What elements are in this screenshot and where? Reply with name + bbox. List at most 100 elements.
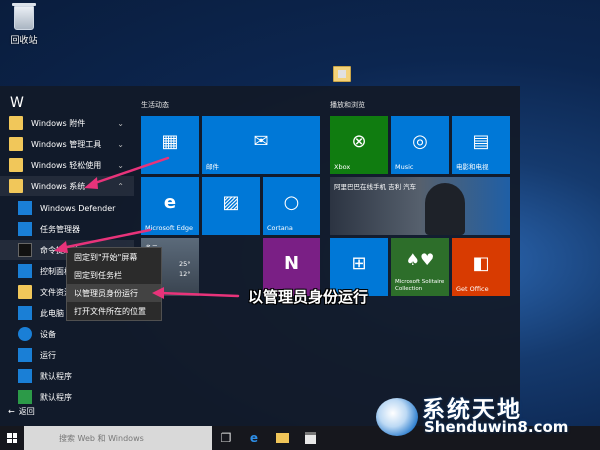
cortana-icon: ○ bbox=[283, 191, 300, 213]
folder-icon bbox=[9, 137, 23, 151]
folder-icon bbox=[9, 158, 23, 172]
task-view-icon[interactable]: ❐ bbox=[212, 426, 240, 450]
solitaire-tile[interactable]: ♠♥ Microsoft Solitaire Collection bbox=[391, 238, 449, 296]
watermark-english: Shenduwin8.com bbox=[424, 418, 569, 436]
app-item-windows-accessories[interactable]: Windows 附件 ⌄ bbox=[0, 113, 134, 133]
get-office-tile[interactable]: ◧ Get Office bbox=[452, 238, 510, 296]
xbox-tile-label: Xbox bbox=[334, 163, 351, 171]
file-explorer-icon bbox=[18, 285, 32, 299]
movies-tile-label: 电影和电视 bbox=[456, 163, 489, 171]
app-item-label: Windows Defender bbox=[40, 203, 116, 213]
app-item-label: Windows 系统 bbox=[31, 181, 86, 191]
ctx-pin-to-taskbar[interactable]: 固定到任务栏 bbox=[67, 266, 161, 284]
control-panel-icon bbox=[18, 264, 32, 278]
tile-group-title-play[interactable]: 播放和浏览 bbox=[330, 100, 365, 110]
tile-group-title-life[interactable]: 生活动态 bbox=[141, 100, 169, 110]
ctx-open-file-location[interactable]: 打开文件所在的位置 bbox=[67, 302, 161, 320]
devices-gear-icon bbox=[18, 327, 32, 341]
app-item-run[interactable]: 运行 bbox=[0, 345, 134, 365]
site-watermark: 系统天地 Shenduwin8.com bbox=[372, 390, 598, 446]
app-item-windows-defender[interactable]: Windows Defender bbox=[0, 198, 134, 218]
get-office-tile-label: Get Office bbox=[456, 285, 489, 293]
recycle-bin-label: 回收站 bbox=[10, 36, 38, 46]
task-manager-icon bbox=[18, 222, 32, 236]
app-item-label: 任务管理器 bbox=[40, 224, 80, 234]
store-bag-icon: ⊞ bbox=[351, 252, 367, 274]
recycle-bin-desktop-icon[interactable]: 回收站 bbox=[6, 3, 42, 46]
app-item-windows-system[interactable]: Windows 系统 ⌃ bbox=[0, 176, 134, 196]
xbox-tile[interactable]: ⊗ Xbox bbox=[330, 116, 388, 174]
folder-icon bbox=[9, 116, 23, 130]
weather-temp-lo: 12° bbox=[179, 270, 191, 278]
file-explorer-taskbar-icon[interactable] bbox=[268, 426, 296, 450]
annotation-run-as-admin: 以管理员身份运行 bbox=[248, 288, 369, 306]
back-arrow-icon: ← bbox=[8, 407, 15, 416]
office-icon: ◧ bbox=[472, 252, 490, 274]
xbox-icon: ⊗ bbox=[351, 130, 367, 152]
edge-taskbar-icon[interactable]: e bbox=[240, 426, 268, 450]
back-label: 返回 bbox=[18, 407, 35, 416]
app-item-windows-admin-tools[interactable]: Windows 管理工具 ⌄ bbox=[0, 134, 134, 154]
photos-tile[interactable]: ▨ bbox=[202, 177, 260, 235]
photos-icon: ▨ bbox=[222, 191, 240, 213]
app-item-label: 设备 bbox=[40, 329, 56, 339]
solitaire-tile-label: Microsoft Solitaire Collection bbox=[395, 279, 445, 292]
edge-tile-label: Microsoft Edge bbox=[145, 224, 194, 232]
app-item-default-programs[interactable]: 默认程序 bbox=[0, 366, 134, 386]
context-menu: 固定到"开始"屏幕 固定到任务栏 以管理员身份运行 打开文件所在的位置 bbox=[66, 247, 162, 321]
chevron-up-icon: ⌃ bbox=[117, 181, 124, 191]
app-item-windows-ease-of-access[interactable]: Windows 轻松使用 ⌄ bbox=[0, 155, 134, 175]
app-item-label: 默认程序 bbox=[40, 392, 72, 402]
music-tile[interactable]: ◎ Music bbox=[391, 116, 449, 174]
app-item-label: Windows 轻松使用 bbox=[31, 160, 102, 170]
app-item-devices[interactable]: 设备 bbox=[0, 324, 134, 344]
playing-cards-icon: ♠♥ bbox=[405, 250, 435, 270]
app-item-label: Windows 附件 bbox=[31, 118, 86, 128]
desktop-folder-icon[interactable] bbox=[333, 66, 351, 82]
ctx-run-as-admin[interactable]: 以管理员身份运行 bbox=[67, 284, 161, 302]
run-icon bbox=[18, 348, 32, 362]
store-taskbar-icon[interactable] bbox=[296, 426, 324, 450]
app-item-label: 默认程序 bbox=[40, 371, 72, 381]
cortana-tile-label: Cortana bbox=[267, 224, 293, 232]
app-item-default-programs-2[interactable]: 默认程序 bbox=[0, 387, 134, 407]
app-item-label: Windows 管理工具 bbox=[31, 139, 102, 149]
defender-icon bbox=[18, 201, 32, 215]
music-disc-icon: ◎ bbox=[412, 130, 428, 152]
app-item-label: 运行 bbox=[40, 350, 56, 360]
bird-logo-icon bbox=[376, 398, 418, 436]
mail-icon: ✉ bbox=[253, 130, 269, 152]
chevron-down-icon: ⌄ bbox=[117, 160, 124, 170]
mail-tile[interactable]: ✉ 邮件 bbox=[202, 116, 320, 174]
news-headline: 阿里巴巴在线手机 吉利 汽车 bbox=[334, 183, 417, 191]
app-item-label: 此电脑 bbox=[40, 308, 64, 318]
weather-temp-hi: 25° bbox=[179, 260, 191, 268]
default-programs-icon bbox=[18, 390, 32, 404]
edge-icon: e bbox=[163, 191, 177, 213]
music-tile-label: Music bbox=[395, 163, 414, 171]
edge-tile[interactable]: e Microsoft Edge bbox=[141, 177, 199, 235]
mail-tile-label: 邮件 bbox=[206, 163, 219, 171]
folder-icon bbox=[9, 179, 23, 193]
clapperboard-icon: ▤ bbox=[472, 130, 490, 152]
cmd-icon bbox=[18, 243, 32, 257]
onenote-icon: N bbox=[283, 252, 300, 274]
this-pc-icon bbox=[18, 306, 32, 320]
calendar-tile[interactable]: ▦ bbox=[141, 116, 199, 174]
cortana-tile[interactable]: ○ Cortana bbox=[263, 177, 320, 235]
search-box[interactable]: 搜索 Web 和 Windows bbox=[24, 426, 212, 450]
windows-logo-icon bbox=[7, 433, 17, 443]
start-button[interactable] bbox=[0, 426, 24, 450]
chevron-down-icon: ⌄ bbox=[117, 139, 124, 149]
news-photo bbox=[425, 183, 465, 235]
news-tile[interactable]: 阿里巴巴在线手机 吉利 汽车 bbox=[330, 177, 510, 235]
list-letter-header[interactable]: W bbox=[10, 95, 24, 111]
recycle-bin-icon bbox=[12, 3, 36, 30]
calendar-icon: ▦ bbox=[161, 130, 179, 152]
ctx-pin-to-start[interactable]: 固定到"开始"屏幕 bbox=[67, 248, 161, 266]
app-item-task-manager[interactable]: 任务管理器 bbox=[0, 219, 134, 239]
chevron-down-icon: ⌄ bbox=[117, 118, 124, 128]
default-programs-icon bbox=[18, 369, 32, 383]
movies-tv-tile[interactable]: ▤ 电影和电视 bbox=[452, 116, 510, 174]
back-button[interactable]: ← 返回 bbox=[8, 406, 35, 417]
